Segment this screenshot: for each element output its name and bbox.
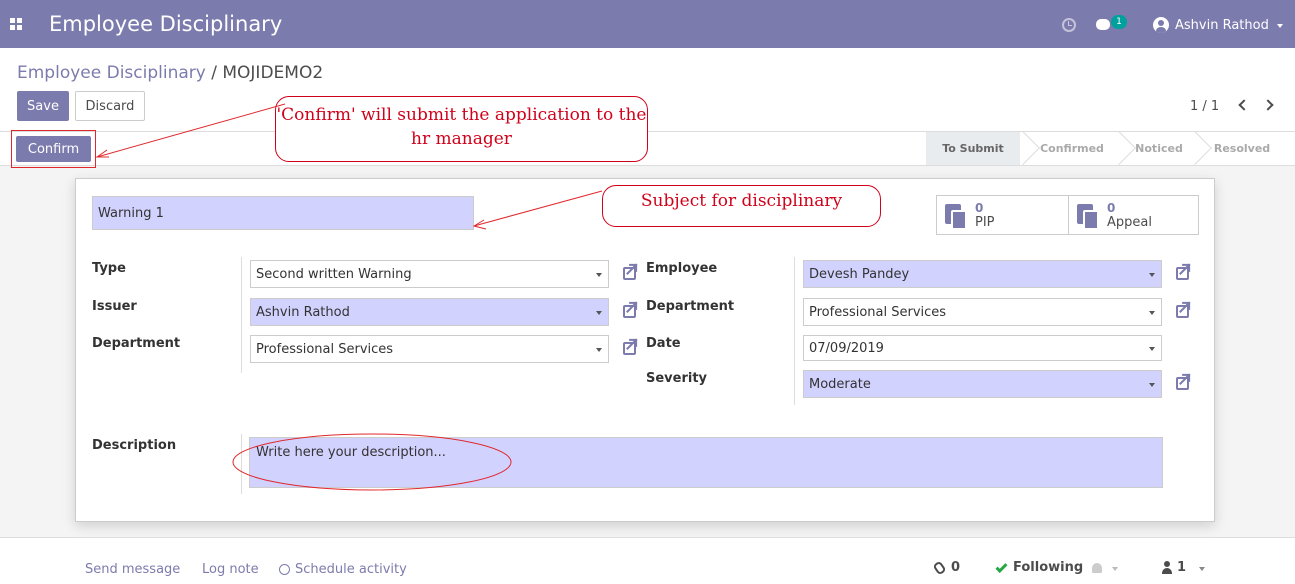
severity-select[interactable]: Moderate bbox=[803, 370, 1162, 398]
right-department-value: Professional Services bbox=[809, 305, 947, 320]
chat-count-badge: 1 bbox=[1111, 15, 1127, 29]
user-avatar-icon[interactable] bbox=[1153, 17, 1169, 33]
caret-down-icon bbox=[1149, 347, 1155, 351]
breadcrumb-separator: / bbox=[211, 63, 217, 83]
user-menu[interactable]: Ashvin Rathod bbox=[1175, 18, 1269, 33]
confirm-annotation-box bbox=[11, 130, 96, 168]
description-textarea[interactable]: Write here your description... bbox=[249, 437, 1163, 488]
employee-external-link-icon[interactable] bbox=[1175, 263, 1193, 281]
apps-menu-icon[interactable] bbox=[10, 18, 24, 32]
appeal-count: 0 bbox=[1107, 201, 1116, 215]
right-department-label: Department bbox=[646, 299, 735, 314]
attachment-count[interactable]: 0 bbox=[951, 560, 960, 575]
check-icon bbox=[995, 560, 1008, 574]
followers-icon[interactable] bbox=[1162, 561, 1172, 574]
following-button[interactable]: Following bbox=[1013, 560, 1083, 575]
app-title: Employee Disciplinary bbox=[49, 12, 283, 36]
appeal-smart-button[interactable]: 0 Appeal bbox=[1068, 196, 1199, 234]
top-navbar: Employee Disciplinary 1 Ashvin Rathod bbox=[0, 0, 1295, 48]
caret-down-icon bbox=[1149, 273, 1155, 277]
severity-value: Moderate bbox=[809, 377, 871, 392]
issuer-select[interactable]: Ashvin Rathod bbox=[250, 298, 609, 326]
documents-icon bbox=[1077, 204, 1099, 230]
left-department-label: Department bbox=[92, 336, 181, 351]
caret-down-icon bbox=[1149, 311, 1155, 315]
breadcrumb-current: MOJIDEMO2 bbox=[222, 63, 324, 83]
chat-icon[interactable] bbox=[1096, 19, 1110, 30]
documents-icon bbox=[945, 204, 967, 230]
left-department-select[interactable]: Professional Services bbox=[250, 335, 609, 363]
severity-label: Severity bbox=[646, 371, 708, 386]
pager-next-icon[interactable] bbox=[1262, 99, 1274, 111]
date-label: Date bbox=[646, 336, 681, 351]
column-divider bbox=[241, 434, 242, 494]
left-department-external-link-icon[interactable] bbox=[622, 338, 640, 356]
date-value: 07/09/2019 bbox=[809, 341, 884, 356]
pip-label: PIP bbox=[975, 215, 995, 230]
followers-count[interactable]: 1 bbox=[1177, 560, 1186, 575]
type-value: Second written Warning bbox=[256, 267, 412, 282]
chatter-bar: Send message Log note Schedule activity … bbox=[0, 537, 1295, 584]
severity-external-link-icon[interactable] bbox=[1175, 373, 1193, 391]
pager-previous-icon[interactable] bbox=[1238, 99, 1250, 111]
caret-down-icon bbox=[596, 273, 602, 277]
description-placeholder: Write here your description... bbox=[256, 445, 446, 460]
caret-down-icon bbox=[596, 348, 602, 352]
type-external-link-icon[interactable] bbox=[622, 263, 640, 281]
issuer-value: Ashvin Rathod bbox=[256, 305, 350, 320]
breadcrumb-parent-link[interactable]: Employee Disciplinary bbox=[17, 63, 206, 83]
discard-button[interactable]: Discard bbox=[75, 91, 145, 121]
paperclip-icon[interactable] bbox=[932, 560, 947, 576]
employee-label: Employee bbox=[646, 261, 718, 276]
bell-icon[interactable] bbox=[1092, 563, 1102, 573]
column-divider bbox=[794, 257, 795, 405]
issuer-label: Issuer bbox=[92, 299, 137, 314]
caret-down-icon[interactable] bbox=[1199, 567, 1205, 571]
stage-resolved[interactable]: Resolved bbox=[1202, 132, 1282, 165]
log-note-link[interactable]: Log note bbox=[202, 562, 259, 577]
breadcrumb: Employee Disciplinary / MOJIDEMO2 bbox=[17, 63, 323, 83]
caret-down-icon[interactable] bbox=[1277, 24, 1283, 28]
schedule-activity-link[interactable]: Schedule activity bbox=[295, 562, 407, 577]
employee-select[interactable]: Devesh Pandey bbox=[803, 260, 1162, 288]
issuer-external-link-icon[interactable] bbox=[622, 301, 640, 319]
column-divider bbox=[241, 257, 242, 373]
caret-down-icon bbox=[596, 311, 602, 315]
save-button[interactable]: Save bbox=[17, 91, 69, 121]
description-label: Description bbox=[92, 438, 177, 453]
pip-count: 0 bbox=[975, 201, 984, 215]
smart-buttons: 0 PIP 0 Appeal bbox=[936, 195, 1199, 235]
clock-icon bbox=[279, 564, 290, 575]
employee-value: Devesh Pandey bbox=[809, 267, 910, 282]
subject-callout: Subject for disciplinary bbox=[602, 185, 881, 227]
pip-smart-button[interactable]: 0 PIP bbox=[937, 196, 1068, 234]
right-department-external-link-icon[interactable] bbox=[1175, 301, 1193, 319]
left-department-value: Professional Services bbox=[256, 342, 394, 357]
send-message-link[interactable]: Send message bbox=[85, 562, 180, 577]
caret-down-icon[interactable] bbox=[1112, 567, 1118, 571]
right-department-select[interactable]: Professional Services bbox=[803, 298, 1162, 326]
date-input[interactable]: 07/09/2019 bbox=[803, 335, 1162, 361]
type-select[interactable]: Second written Warning bbox=[250, 260, 609, 288]
subject-name-input[interactable]: Warning 1 bbox=[92, 196, 474, 230]
form-sheet: Warning 1 0 PIP 0 Appeal Type Issuer Dep… bbox=[75, 178, 1215, 522]
pager-value[interactable]: 1 / 1 bbox=[1190, 99, 1219, 114]
type-label: Type bbox=[92, 261, 126, 276]
appeal-label: Appeal bbox=[1107, 215, 1152, 230]
confirm-callout: 'Confirm' will submit the application to… bbox=[275, 96, 648, 162]
caret-down-icon bbox=[1149, 383, 1155, 387]
activity-clock-icon[interactable] bbox=[1062, 18, 1076, 32]
